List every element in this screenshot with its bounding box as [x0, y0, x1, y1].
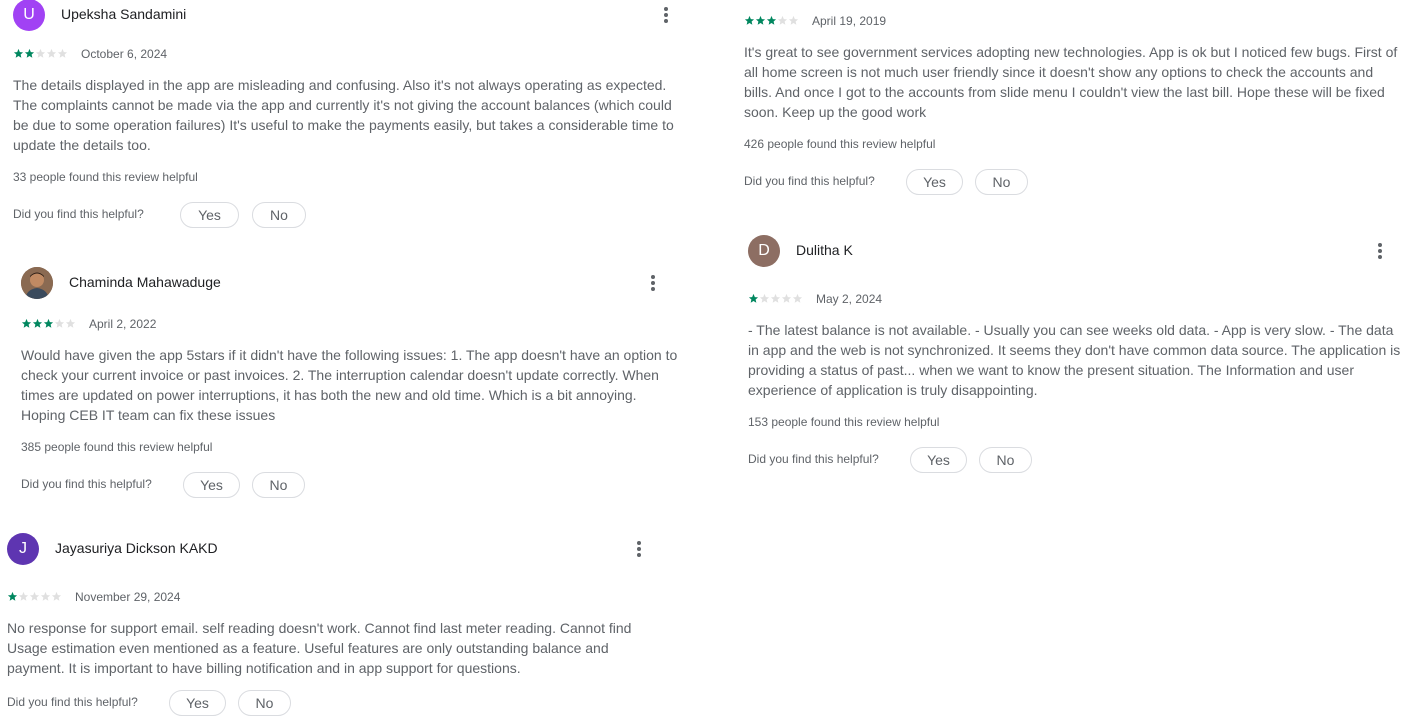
star-filled-icon [43, 318, 54, 329]
star-empty-icon [46, 48, 57, 59]
no-button[interactable]: No [252, 202, 306, 228]
helpful-count: 33 people found this review helpful [13, 170, 198, 184]
star-filled-icon [13, 48, 24, 59]
review-text: Would have given the app 5stars if it di… [21, 347, 678, 423]
review-meta: April 19, 2019 [744, 14, 1404, 30]
star-empty-icon [759, 293, 770, 304]
more-options-icon[interactable] [629, 539, 649, 559]
yes-button[interactable]: Yes [169, 690, 226, 716]
no-button[interactable]: No [238, 690, 291, 716]
star-filled-icon [755, 15, 766, 26]
more-options-icon[interactable] [1370, 241, 1390, 261]
more-options-icon[interactable] [656, 5, 676, 25]
helpful-count: 426 people found this review helpful [744, 137, 936, 151]
review-card: D Dulitha K May 2, 2024 - The latest bal… [748, 235, 1408, 473]
helpful-feedback: Did you find this helpful? Yes No [744, 169, 1404, 195]
helpful-count: 385 people found this review helpful [21, 440, 213, 454]
review-meta: May 2, 2024 [748, 292, 1408, 308]
review-date: April 2, 2022 [89, 317, 157, 331]
user-photo-icon [21, 267, 53, 299]
review-header: U Upeksha Sandamini [13, 0, 685, 31]
review-text: It's great to see government services ad… [744, 44, 1398, 120]
yes-button[interactable]: Yes [183, 472, 240, 498]
author-name: Jayasuriya Dickson KAKD [55, 540, 218, 556]
star-empty-icon [57, 48, 68, 59]
yes-button[interactable]: Yes [180, 202, 239, 228]
review-date: November 29, 2024 [75, 590, 181, 604]
review-date: October 6, 2024 [81, 47, 168, 61]
star-empty-icon [788, 15, 799, 26]
yes-button[interactable]: Yes [910, 447, 967, 473]
star-empty-icon [29, 591, 40, 602]
helpful-feedback: Did you find this helpful? Yes No [7, 690, 659, 716]
review-header: Chaminda Mahawaduge [21, 267, 681, 299]
avatar [21, 267, 53, 299]
star-empty-icon [777, 15, 788, 26]
yes-button[interactable]: Yes [906, 169, 963, 195]
star-rating [21, 318, 76, 330]
star-filled-icon [24, 48, 35, 59]
helpful-feedback: Did you find this helpful? Yes No [13, 202, 685, 228]
review-text: - The latest balance is not available. -… [748, 322, 1401, 398]
more-options-icon[interactable] [643, 273, 663, 293]
helpful-feedback: Did you find this helpful? Yes No [748, 447, 1408, 473]
star-empty-icon [40, 591, 51, 602]
review-text: The details displayed in the app are mis… [13, 77, 674, 153]
avatar: J [7, 533, 39, 565]
star-empty-icon [770, 293, 781, 304]
review-meta: November 29, 2024 [7, 590, 659, 606]
review-card: J Jayasuriya Dickson KAKD November 29, 2… [7, 533, 659, 716]
review-header: J Jayasuriya Dickson KAKD [7, 533, 659, 565]
star-filled-icon [748, 293, 759, 304]
star-filled-icon [21, 318, 32, 329]
helpful-question: Did you find this helpful? [744, 174, 875, 188]
helpful-feedback: Did you find this helpful? Yes No [21, 472, 681, 498]
avatar: U [13, 0, 45, 31]
star-rating [744, 15, 799, 27]
no-button[interactable]: No [252, 472, 305, 498]
author-name: Chaminda Mahawaduge [69, 274, 221, 290]
helpful-count: 153 people found this review helpful [748, 415, 940, 429]
helpful-question: Did you find this helpful? [21, 477, 152, 491]
review-card: U Upeksha Sandamini October 6, 2024 The … [13, 0, 685, 228]
star-filled-icon [32, 318, 43, 329]
avatar: D [748, 235, 780, 267]
author-name: Upeksha Sandamini [61, 6, 187, 22]
star-empty-icon [781, 293, 792, 304]
star-empty-icon [54, 318, 65, 329]
review-meta: April 2, 2022 [21, 317, 681, 333]
review-card: Chaminda Mahawaduge April 2, 2022 Would … [21, 267, 681, 498]
no-button[interactable]: No [979, 447, 1032, 473]
helpful-question: Did you find this helpful? [748, 452, 879, 466]
helpful-question: Did you find this helpful? [13, 207, 144, 221]
star-filled-icon [744, 15, 755, 26]
review-text: No response for support email. self read… [7, 620, 632, 676]
star-rating [7, 591, 62, 603]
review-card: April 19, 2019 It's great to see governm… [744, 14, 1404, 195]
star-empty-icon [65, 318, 76, 329]
star-rating [748, 293, 803, 305]
star-empty-icon [35, 48, 46, 59]
no-button[interactable]: No [975, 169, 1028, 195]
star-filled-icon [7, 591, 18, 602]
star-filled-icon [766, 15, 777, 26]
review-date: April 19, 2019 [812, 14, 887, 28]
review-date: May 2, 2024 [816, 292, 883, 306]
review-header: D Dulitha K [748, 235, 1408, 267]
review-meta: October 6, 2024 [13, 47, 685, 63]
author-name: Dulitha K [796, 242, 853, 258]
star-empty-icon [792, 293, 803, 304]
star-empty-icon [18, 591, 29, 602]
helpful-question: Did you find this helpful? [7, 695, 138, 709]
star-empty-icon [51, 591, 62, 602]
star-rating [13, 48, 68, 60]
